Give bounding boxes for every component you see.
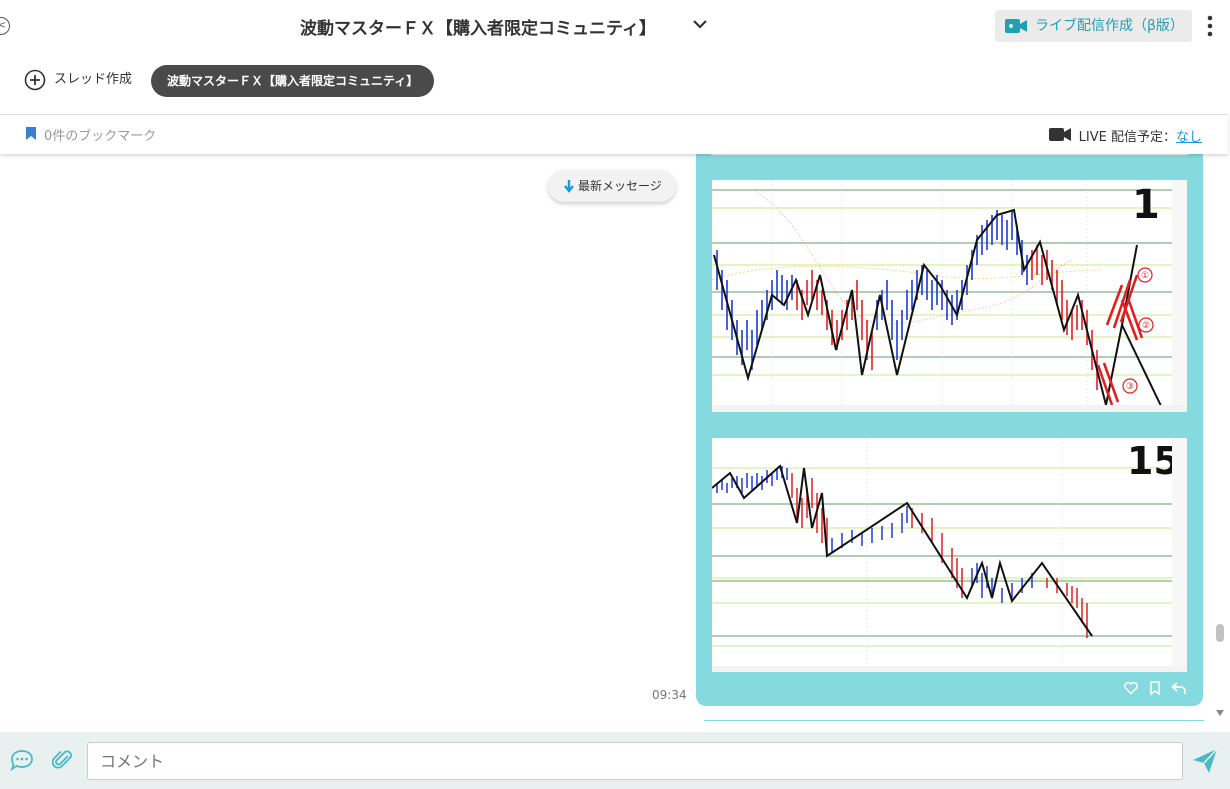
chevron-down-icon[interactable] — [690, 14, 710, 34]
wave-marker-2: ② — [1142, 321, 1150, 331]
compose-bar — [0, 732, 1230, 789]
scrollbar-thumb[interactable] — [1216, 624, 1224, 642]
live-schedule-label: LIVE 配信予定： — [1078, 130, 1176, 145]
video-camera-icon — [1048, 128, 1071, 141]
thread-tab-active[interactable]: 波動マスターＦＸ【購入者限定コミュニティ】 — [151, 65, 435, 97]
wave-marker-3: ③ — [1126, 382, 1134, 392]
message-separator — [704, 720, 1204, 721]
heart-icon[interactable] — [1123, 680, 1139, 696]
send-icon[interactable] — [1192, 748, 1218, 774]
live-create-label: ライブ配信作成（β版） — [1035, 18, 1184, 34]
live-create-button[interactable]: ライブ配信作成（β版） — [995, 10, 1192, 42]
chat-scrollbar[interactable] — [1212, 154, 1230, 732]
reply-icon[interactable] — [1171, 680, 1187, 696]
more-menu-icon[interactable] — [1204, 14, 1216, 38]
message-bubble: ① ② ③ 1 15 — [696, 154, 1203, 706]
chat-area: 最新メッセージ 09:34 ① ② ③ 1 15 — [0, 154, 1212, 732]
bookmark-count: 0件のブックマーク — [44, 129, 157, 144]
header: < 波動マスターＦＸ【購入者限定コミュニティ】 ライブ配信作成（β版） — [0, 0, 1230, 52]
bookmark-icon[interactable] — [1147, 680, 1163, 696]
paperclip-icon[interactable] — [52, 748, 74, 772]
previous-image-edge — [711, 154, 1188, 156]
back-icon[interactable]: < — [0, 17, 10, 35]
thread-bar: スレッド作成 波動マスターＦＸ【購入者限定コミュニティ】 — [0, 56, 1230, 112]
bookmark-icon — [26, 127, 36, 140]
create-thread-button[interactable]: スレッド作成 — [24, 69, 132, 93]
plus-circle-icon — [24, 69, 46, 91]
page-title: 波動マスターＦＸ【購入者限定コミュニティ】 — [300, 19, 656, 39]
scroll-down-arrow[interactable] — [1216, 710, 1224, 716]
message-actions — [1123, 680, 1189, 696]
message-time: 09:34 — [652, 688, 687, 702]
chart1-label: 1 — [1132, 182, 1160, 228]
live-schedule: LIVE 配信予定：なし — [1048, 126, 1202, 145]
live-schedule-value-link[interactable]: なし — [1176, 130, 1202, 145]
chart-image-2[interactable]: 15 — [712, 438, 1187, 672]
chart2-label: 15 — [1127, 439, 1180, 483]
newest-label: 最新メッセージ — [578, 179, 662, 193]
bookmark-link[interactable]: 0件のブックマーク — [26, 125, 156, 144]
video-camera-icon — [1005, 19, 1027, 33]
chart-image-1[interactable]: ① ② ③ 1 — [712, 180, 1187, 412]
bookmark-bar: 0件のブックマーク LIVE 配信予定：なし — [0, 114, 1228, 154]
create-thread-label: スレッド作成 — [54, 72, 133, 87]
comment-input[interactable] — [87, 742, 1183, 780]
newest-message-button[interactable]: 最新メッセージ — [548, 170, 676, 202]
arrow-down-icon — [564, 180, 574, 193]
wave-marker-1: ① — [1141, 271, 1149, 281]
chat-bubble-icon[interactable] — [10, 749, 34, 771]
